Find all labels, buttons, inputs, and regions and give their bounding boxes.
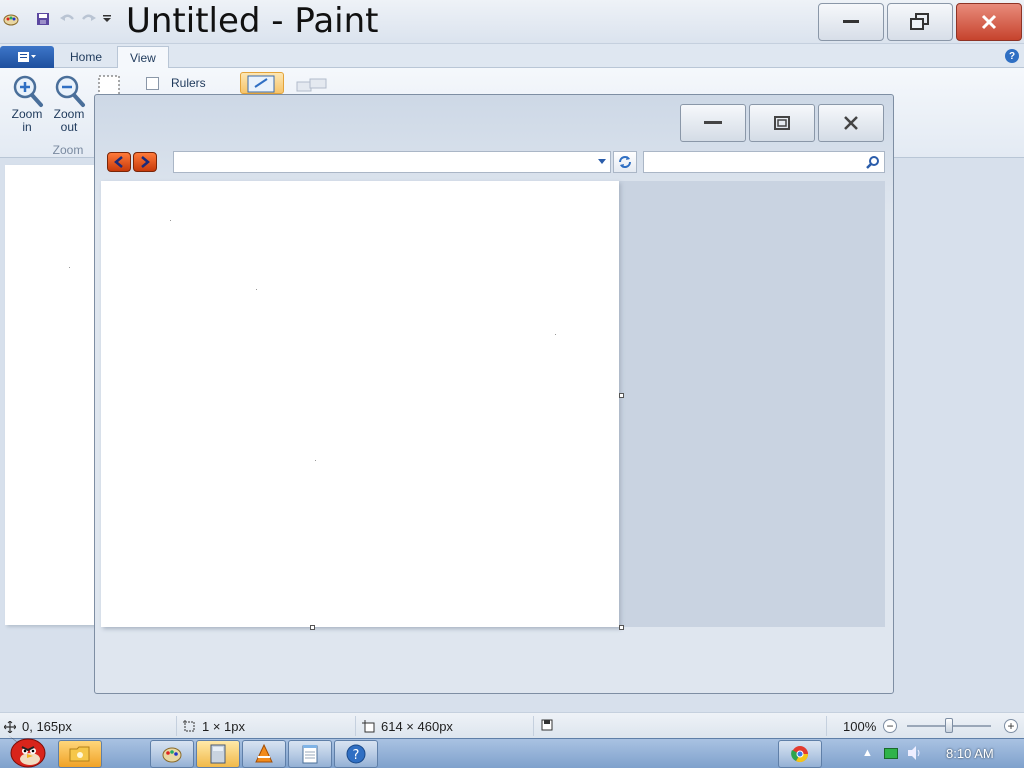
canvas-speck — [256, 289, 257, 290]
zoom-in-small-button[interactable]: + — [1004, 719, 1018, 733]
refresh-icon — [619, 156, 631, 168]
selection-size-value: 1 × 1px — [202, 719, 246, 734]
resize-handle-right[interactable] — [619, 393, 624, 398]
status-divider — [355, 716, 356, 736]
disk-icon — [541, 719, 553, 731]
rulers-checkbox-row[interactable]: Rulers — [146, 76, 206, 90]
taskbar-explorer[interactable] — [58, 740, 102, 768]
selection-size-status: 1 × 1px — [183, 719, 245, 734]
paint-canvas[interactable] — [5, 165, 97, 625]
notepad-icon — [302, 745, 318, 764]
save-icon[interactable] — [34, 10, 52, 28]
taskbar-notepad[interactable] — [288, 740, 332, 768]
help-icon: ? — [346, 744, 366, 764]
maximize-icon — [774, 116, 790, 130]
paint-icon — [162, 747, 182, 763]
zoom-in-label: Zoom in — [11, 107, 43, 134]
taskbar-paint[interactable] — [150, 740, 194, 768]
canvas-speck — [69, 267, 70, 268]
search-icon[interactable] — [866, 155, 880, 169]
close-icon — [981, 14, 997, 30]
paint-menu-button[interactable] — [0, 46, 54, 68]
selection-size-icon — [183, 720, 195, 732]
calculator-icon — [210, 744, 226, 764]
help-icon[interactable]: ? — [1005, 49, 1019, 63]
forward-button[interactable] — [133, 152, 157, 172]
taskbar-vlc[interactable] — [242, 740, 286, 768]
status-bar: 0, 165px 1 × 1px 614 × 460px 100% − + — [0, 712, 1024, 738]
ribbon-tab-strip: Home View ? — [0, 44, 1024, 69]
viewer-content-area[interactable] — [101, 181, 885, 627]
tab-home[interactable]: Home — [58, 46, 114, 69]
viewer-minimize-button[interactable] — [680, 104, 746, 142]
customize-qat-icon[interactable] — [98, 10, 116, 28]
taskbar-calculator[interactable] — [196, 740, 240, 768]
zoom-out-icon — [54, 74, 85, 107]
taskbar-help[interactable]: ? — [334, 740, 378, 768]
viewer-maximize-button[interactable] — [749, 104, 815, 142]
title-bar: Untitled - Paint — [0, 0, 1024, 44]
resize-handle-corner[interactable] — [619, 625, 624, 630]
restore-button[interactable] — [887, 3, 953, 41]
zoom-in-icon — [12, 74, 43, 107]
canvas-speck — [555, 334, 556, 335]
viewer-close-button[interactable] — [818, 104, 884, 142]
resize-handle-bottom[interactable] — [310, 625, 315, 630]
viewer-image[interactable] — [101, 181, 619, 627]
minimize-icon — [704, 121, 722, 124]
refresh-button[interactable] — [613, 151, 637, 173]
nav-arrows — [107, 152, 157, 172]
network-icon[interactable] — [884, 748, 898, 759]
zoom-out-button[interactable]: Zoom out — [50, 74, 88, 134]
folder-icon — [69, 746, 90, 762]
close-button[interactable] — [956, 3, 1022, 41]
window-title: Untitled - Paint — [126, 1, 379, 41]
chevron-down-icon[interactable] — [598, 159, 606, 164]
back-arrow-icon — [114, 156, 123, 168]
image-size-status: 614 × 460px — [362, 719, 453, 734]
chrome-icon — [791, 746, 809, 763]
image-size-icon — [362, 720, 375, 733]
search-input[interactable] — [643, 151, 885, 173]
forward-arrow-icon — [141, 156, 150, 168]
taskbar-chrome[interactable] — [778, 740, 822, 768]
undo-icon[interactable] — [58, 10, 76, 28]
back-button[interactable] — [107, 152, 131, 172]
zoom-out-label: Zoom out — [53, 107, 85, 134]
tab-view[interactable]: View — [117, 46, 169, 69]
zoom-level-status: 100% — [843, 719, 877, 734]
minimize-button[interactable] — [818, 3, 884, 41]
status-divider — [176, 716, 177, 736]
start-button[interactable] — [4, 731, 50, 768]
file-size-status — [541, 719, 553, 731]
clock[interactable]: 8:10 AM — [946, 746, 994, 761]
status-divider — [826, 716, 827, 736]
rulers-label: Rulers — [171, 76, 206, 90]
redo-icon[interactable] — [80, 10, 98, 28]
full-screen-icon — [247, 75, 275, 93]
close-icon — [844, 116, 858, 130]
rulers-checkbox[interactable] — [146, 76, 159, 90]
paint-app-icon[interactable] — [2, 10, 20, 28]
image-size-value: 614 × 460px — [381, 719, 453, 734]
svg-text:?: ? — [353, 748, 360, 763]
vlc-icon — [255, 744, 273, 763]
volume-icon[interactable] — [906, 745, 924, 764]
status-divider — [533, 716, 534, 736]
zoom-slider-thumb[interactable] — [945, 718, 953, 733]
restore-icon — [910, 13, 929, 30]
taskbar: ? ▲ 8:10 AM — [0, 735, 1024, 768]
address-bar[interactable] — [173, 151, 611, 173]
minimize-icon — [843, 20, 859, 23]
full-screen-button[interactable] — [240, 72, 284, 94]
zoom-out-small-button[interactable]: − — [883, 719, 897, 733]
canvas-speck — [315, 460, 316, 461]
thumbnail-icon[interactable] — [296, 78, 328, 95]
show-hidden-icons-icon[interactable]: ▲ — [862, 747, 873, 759]
image-viewer-window[interactable] — [94, 94, 894, 694]
zoom-in-button[interactable]: Zoom in — [8, 74, 46, 134]
canvas-speck — [170, 220, 171, 221]
angry-bird-icon — [8, 735, 46, 768]
menu-icon — [18, 52, 36, 62]
